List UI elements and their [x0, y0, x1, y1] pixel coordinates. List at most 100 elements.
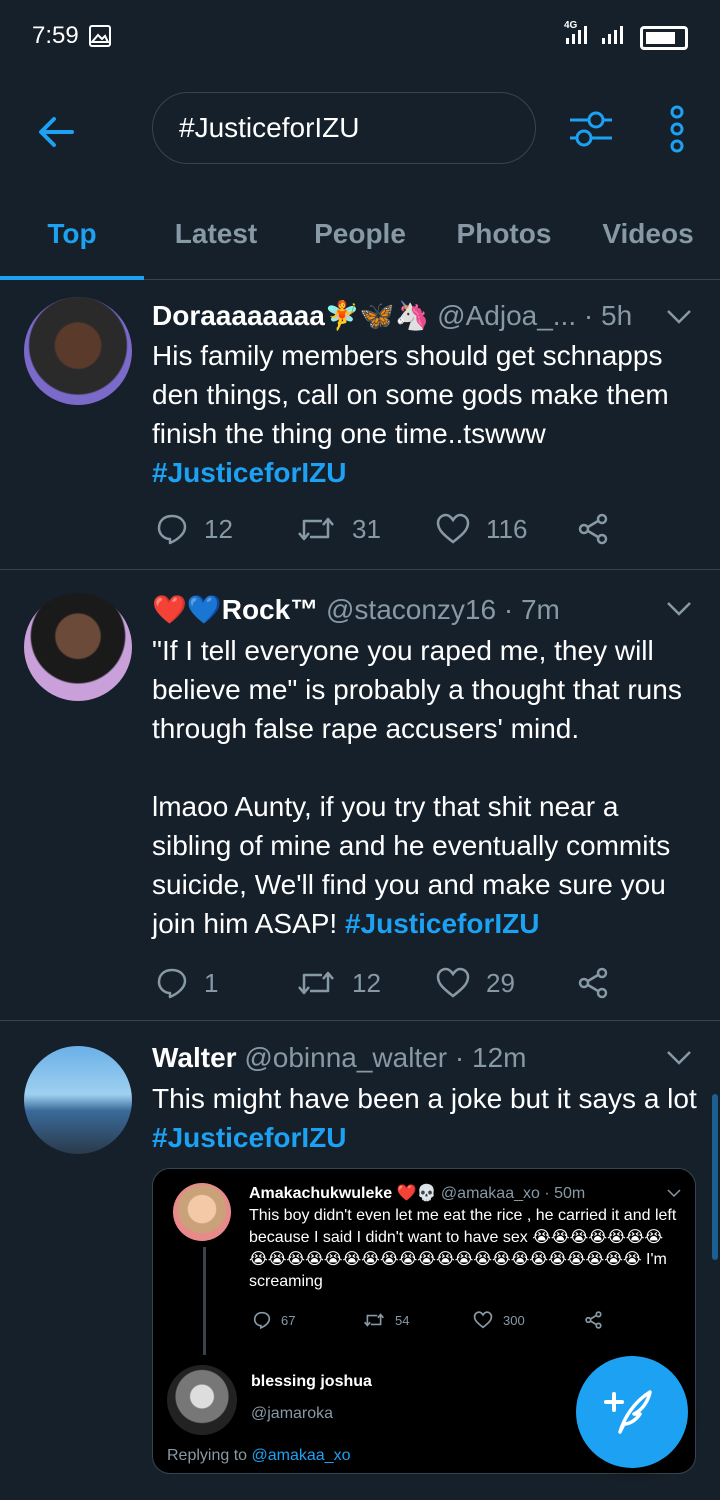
tab-latest[interactable]: Latest — [144, 212, 288, 280]
tweet-text-content: His family members should get schnapps d… — [152, 340, 669, 449]
hashtag-link[interactable]: #JusticeforIZU — [152, 457, 347, 488]
reply-count: 1 — [204, 967, 219, 998]
active-tab-indicator — [0, 276, 144, 280]
tweet-header: ❤️💙Rock™ @staconzy16 · 7m — [152, 593, 700, 629]
tab-photos-label: Photos — [456, 218, 552, 249]
status-bar: 7:59 4G — [0, 0, 720, 72]
replying-to: Replying to @amakaa_xo — [167, 1447, 350, 1465]
avatar[interactable] — [24, 297, 132, 405]
tweet-actions: 12 31 116 — [152, 509, 632, 549]
embedded-tweet-text: This boy didn't even let me eat the rice… — [249, 1207, 677, 1290]
tab-people-label: People — [314, 218, 406, 249]
avatar[interactable] — [24, 1046, 132, 1154]
tab-videos-label: Videos — [602, 218, 694, 249]
avatar — [173, 1183, 231, 1241]
embedded-reply: 67 — [253, 1311, 295, 1329]
back-arrow-icon[interactable] — [32, 108, 80, 156]
tweet-text-content: This might have been a joke but it says … — [152, 1083, 697, 1114]
search-input[interactable]: #JusticeforIZU — [152, 92, 536, 164]
tweet-actions: 1 12 29 — [152, 963, 632, 1003]
like-count: 116 — [486, 513, 528, 544]
embedded-retweet-count: 54 — [395, 1312, 410, 1328]
compose-feather-icon — [604, 1390, 652, 1434]
embedded-author-handle: @amakaa_xo — [440, 1185, 540, 1202]
like-count: 29 — [486, 967, 515, 998]
tweet-card[interactable]: Doraaaaaaaa🧚🦋🦄 @Adjoa_... · 5h His famil… — [0, 281, 720, 570]
embedded-author-name: Amakachukwuleke ❤️💀 — [249, 1185, 437, 1202]
status-time: 7:59 — [32, 22, 79, 49]
chevron-down-icon[interactable] — [666, 601, 692, 617]
tab-latest-label: Latest — [174, 218, 258, 249]
thread-line — [203, 1247, 206, 1355]
share-icon — [578, 967, 608, 999]
share-button[interactable] — [578, 963, 626, 1003]
retweet-button[interactable]: 31 — [296, 509, 381, 549]
hashtag-link[interactable]: #JusticeforIZU — [152, 1122, 347, 1153]
author-name[interactable]: ❤️💙Rock™ — [152, 594, 318, 625]
replying-to-label: Replying to — [167, 1447, 252, 1464]
chevron-down-icon[interactable] — [666, 309, 692, 325]
tab-people[interactable]: People — [288, 212, 432, 280]
retweet-icon — [298, 971, 334, 995]
retweet-icon — [298, 517, 334, 541]
tweet-time: · 5h — [583, 300, 633, 331]
retweet-count: 31 — [352, 513, 381, 544]
reply-icon — [253, 1311, 271, 1329]
search-query: #JusticeforIZU — [179, 112, 360, 143]
search-tabs: Top Latest People Photos Videos — [0, 212, 720, 280]
search-header: #JusticeforIZU Top Latest People Photos … — [0, 72, 720, 280]
avatar[interactable] — [24, 593, 132, 701]
tweet-text: His family members should get schnapps d… — [152, 336, 702, 492]
tweet-time: · 7m — [503, 594, 560, 625]
avatar — [167, 1365, 237, 1435]
tweet-text-content: "If I tell everyone you raped me, they w… — [152, 635, 682, 939]
author-handle: @obinna_walter — [244, 1042, 448, 1073]
reply-count: 12 — [204, 513, 233, 544]
tab-top[interactable]: Top — [0, 212, 144, 280]
heart-icon — [473, 1311, 493, 1329]
embedded-like-count: 300 — [503, 1312, 525, 1328]
share-icon — [578, 513, 608, 545]
embedded-like: 300 — [473, 1311, 525, 1329]
battery-icon — [640, 26, 688, 50]
reply-icon — [157, 514, 187, 545]
tab-top-label: Top — [47, 218, 97, 249]
heart-icon — [436, 513, 470, 544]
tweet-card[interactable]: ❤️💙Rock™ @staconzy16 · 7m "If I tell eve… — [0, 571, 720, 1021]
tweet-text: "If I tell everyone you raped me, they w… — [152, 631, 702, 943]
like-button[interactable]: 29 — [436, 963, 515, 1003]
tweet-time: · 12m — [454, 1042, 527, 1073]
author-name[interactable]: Doraaaaaaaa🧚🦋🦄 — [152, 300, 429, 331]
embedded-reply-author-handle: @jamaroka — [251, 1405, 334, 1422]
author-name[interactable]: Walter — [152, 1042, 237, 1073]
network-type: 4G — [564, 20, 578, 31]
more-options-icon[interactable] — [662, 104, 692, 154]
author-handle: @Adjoa_... — [437, 300, 577, 331]
hashtag-link[interactable]: #JusticeforIZU — [345, 908, 540, 939]
scrollbar[interactable] — [712, 1094, 718, 1260]
tweet-text: This might have been a joke but it says … — [152, 1079, 702, 1157]
heart-icon — [436, 967, 470, 998]
tab-videos[interactable]: Videos — [576, 212, 720, 280]
tab-photos[interactable]: Photos — [432, 212, 576, 280]
search-filter-icon[interactable] — [566, 106, 616, 152]
reply-button[interactable]: 12 — [156, 509, 233, 549]
retweet-count: 12 — [352, 967, 381, 998]
tweet-header: Walter @obinna_walter · 12m — [152, 1042, 700, 1078]
share-button[interactable] — [578, 509, 626, 549]
signal-icon: 4G — [564, 20, 623, 44]
like-button[interactable]: 116 — [436, 509, 527, 549]
gallery-notification-icon — [89, 25, 111, 47]
compose-tweet-button[interactable] — [576, 1356, 688, 1468]
chevron-down-icon — [667, 1189, 681, 1198]
tweet-header: Doraaaaaaaa🧚🦋🦄 @Adjoa_... · 5h — [152, 299, 700, 335]
embedded-retweet: 54 — [363, 1311, 409, 1329]
chevron-down-icon[interactable] — [666, 1050, 692, 1066]
embedded-share — [585, 1311, 613, 1329]
replying-to-handle: @amakaa_xo — [251, 1447, 351, 1464]
reply-button[interactable]: 1 — [156, 963, 218, 1003]
retweet-button[interactable]: 12 — [296, 963, 381, 1003]
embedded-reply-count: 67 — [281, 1312, 296, 1328]
reply-icon — [157, 968, 187, 999]
embedded-tweet-time: · 50m — [544, 1185, 586, 1202]
